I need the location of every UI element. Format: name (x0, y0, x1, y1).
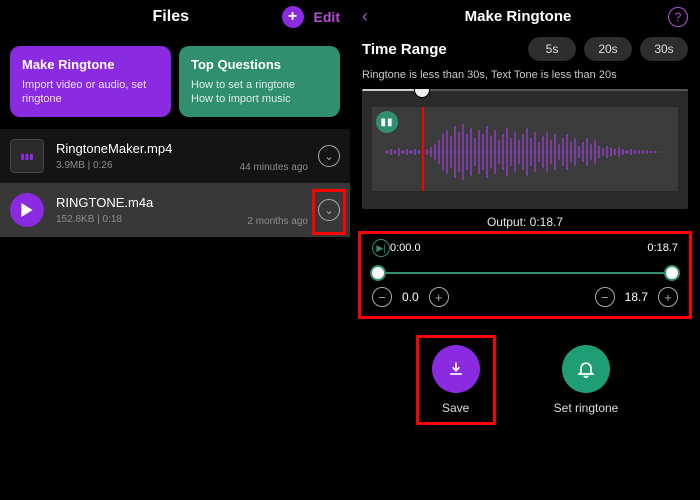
waveform-area: ▮▮ Output: 0:18.7 (350, 89, 700, 229)
file-name: RingtoneMaker.mp4 (56, 141, 306, 156)
trim-end-time: 0:18.7 (647, 242, 678, 254)
output-label: Output: 0:18.7 (362, 215, 688, 229)
trim-start-time: 0:00.0 (390, 242, 421, 254)
card-title: Top Questions (191, 56, 328, 74)
slider-track (372, 272, 678, 274)
set-ringtone-action[interactable]: Set ringtone (540, 337, 633, 423)
video-thumbnail-icon: ▮▮▮ (10, 139, 44, 173)
trim-start-value: 0.0 (402, 290, 419, 304)
range-handle[interactable] (415, 89, 429, 97)
range-fill (362, 89, 422, 91)
plus-icon[interactable]: + (658, 287, 678, 307)
action-buttons: Save Set ringtone (350, 337, 700, 423)
waveform-body: ▮▮ (372, 107, 678, 191)
waveform-icon (385, 117, 665, 187)
promo-cards: Make Ringtone Import video or audio, set… (0, 38, 350, 129)
slider-handle-end[interactable] (664, 265, 680, 281)
files-panel: Files + Edit Make Ringtone Import video … (0, 0, 350, 500)
ringtone-title: Make Ringtone (465, 8, 572, 25)
slider-handle-start[interactable] (370, 265, 386, 281)
edit-link[interactable]: Edit (314, 9, 340, 25)
waveform-box[interactable]: ▮▮ (362, 89, 688, 209)
pause-icon[interactable]: ▮▮ (376, 111, 398, 133)
minus-icon[interactable]: − (372, 287, 392, 307)
file-row[interactable]: ▮▮▮ RingtoneMaker.mp4 3.9MB | 0:26 ⌄ 44 … (0, 129, 350, 183)
hint-text: Ringtone is less than 30s, Text Tone is … (350, 69, 700, 89)
help-icon[interactable]: ? (668, 7, 688, 27)
ringtone-header: ‹ Make Ringtone ? (350, 0, 700, 37)
trim-stepper-row: − 0.0 + − 18.7 + (366, 287, 684, 307)
chevron-down-icon[interactable]: ⌄ (318, 199, 340, 221)
chip-30s[interactable]: 30s (640, 37, 688, 61)
make-ringtone-panel: ‹ Make Ringtone ? Time Range 5s 20s 30s … (350, 0, 700, 500)
card-top-questions[interactable]: Top Questions How to set a ringtone How … (179, 46, 340, 117)
trim-start-group: − 0.0 + (372, 287, 449, 307)
set-label: Set ringtone (554, 401, 619, 415)
minus-icon[interactable]: − (595, 287, 615, 307)
bell-icon (562, 345, 610, 393)
trim-time-row: ▶| 0:00.0 0:18.7 (366, 239, 684, 257)
file-time-ago: 44 minutes ago (240, 162, 308, 173)
card-title: Make Ringtone (22, 56, 159, 74)
playhead[interactable] (422, 107, 424, 191)
time-range-label: Time Range (362, 41, 447, 58)
card-sub-line: How to import music (191, 92, 328, 107)
files-title: Files (60, 8, 282, 26)
files-header: Files + Edit (0, 0, 350, 38)
plus-icon[interactable]: + (429, 287, 449, 307)
save-label: Save (442, 401, 469, 415)
trim-end-value: 18.7 (625, 290, 648, 304)
chevron-down-icon[interactable]: ⌄ (318, 145, 340, 167)
card-sub-line: How to set a ringtone (191, 78, 328, 93)
card-sub: Import video or audio, set ringtone (22, 78, 159, 108)
add-button[interactable]: + (282, 6, 304, 28)
trim-controls-box: ▶| 0:00.0 0:18.7 − 0.0 + − 18.7 + (360, 233, 690, 317)
file-time-ago: 2 months ago (247, 216, 308, 227)
file-name: RINGTONE.m4a (56, 195, 306, 210)
save-action[interactable]: Save (418, 337, 494, 423)
trim-slider[interactable] (372, 263, 678, 283)
time-range-row: Time Range 5s 20s 30s (350, 37, 700, 69)
play-icon[interactable] (10, 193, 44, 227)
chip-20s[interactable]: 20s (584, 37, 632, 61)
card-make-ringtone[interactable]: Make Ringtone Import video or audio, set… (10, 46, 171, 117)
trim-end-group: − 18.7 + (595, 287, 678, 307)
download-icon (432, 345, 480, 393)
chip-5s[interactable]: 5s (528, 37, 576, 61)
back-icon[interactable]: ‹ (362, 6, 368, 27)
file-row[interactable]: RINGTONE.m4a 152.8KB | 0:18 ⌄ 2 months a… (0, 183, 350, 237)
skip-forward-icon[interactable]: ▶| (372, 239, 390, 257)
